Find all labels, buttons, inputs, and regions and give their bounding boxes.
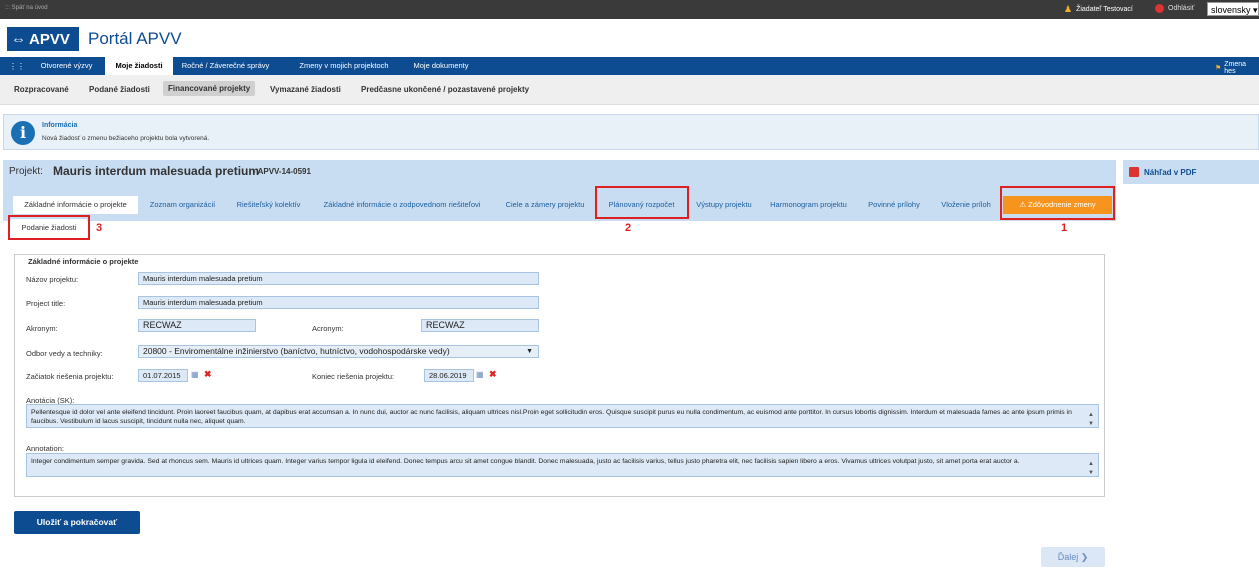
- annotation-box-1: [1000, 186, 1115, 220]
- user-name: Žiadateľ Testovací: [1076, 6, 1133, 13]
- field-of-science-value: 20800 - Enviromentálne inžinierstvo (ban…: [143, 346, 450, 356]
- subnav-submitted[interactable]: Podané žiadosti: [89, 85, 150, 94]
- key-icon: ⚑: [1215, 65, 1222, 72]
- portal-title: Portál APVV: [88, 29, 182, 48]
- main-nav: ⋮⋮ Otvorené výzvy Moje žiadosti Ročné / …: [0, 57, 1259, 75]
- logo-text: APVV: [29, 30, 70, 48]
- tab-required-attachments[interactable]: Povinné prílohy: [860, 196, 928, 214]
- info-title: Informácia: [42, 122, 78, 129]
- start-date-input[interactable]: 01.07.2015: [138, 369, 188, 382]
- project-title-bar: Projekt: Mauris interdum malesuada preti…: [3, 160, 1116, 184]
- info-message: i Informácia Nová žiadosť o zmenu bežiac…: [3, 114, 1259, 150]
- nav-my-applications[interactable]: Moje žiadosti: [105, 57, 173, 75]
- subnav-in-progress[interactable]: Rozpracované: [14, 85, 69, 94]
- annotation-number-2: 2: [625, 222, 632, 234]
- top-bar: ::: Späť na úvod ♟ Žiadateľ Testovací Od…: [0, 0, 1259, 19]
- spinner-icon[interactable]: ▲ ▼: [1088, 460, 1094, 478]
- next-button[interactable]: Ďalej ❯: [1041, 547, 1105, 567]
- spinner-icon[interactable]: ▲ ▼: [1088, 411, 1094, 429]
- tab-upload-attachments[interactable]: Vloženie príloh: [934, 196, 998, 214]
- start-date-label: Začiatok riešenia projektu:: [26, 372, 114, 381]
- annotation-number-3: 3: [96, 222, 103, 234]
- power-icon: [1155, 4, 1164, 13]
- field-of-science-select[interactable]: 20800 - Enviromentálne inžinierstvo (ban…: [138, 345, 539, 358]
- tab-research-team[interactable]: Riešiteľský kolektív: [227, 196, 310, 214]
- save-and-continue-button[interactable]: Uložiť a pokračovať: [14, 511, 140, 534]
- tab-schedule[interactable]: Harmonogram projektu: [761, 196, 856, 214]
- akronym-input[interactable]: RECWAZ: [138, 319, 256, 332]
- project-code: - APVV-14-0591: [253, 167, 311, 176]
- project-title-label: Project title:: [26, 299, 66, 308]
- annotation-number-1: 1: [1061, 222, 1068, 234]
- info-text: Nová žiadosť o zmenu bežiaceho projektu …: [42, 135, 210, 142]
- calendar-icon[interactable]: ▦: [191, 370, 199, 379]
- nav-open-calls[interactable]: Otvorené výzvy: [30, 57, 103, 75]
- project-title-input[interactable]: Mauris interdum malesuada pretium: [138, 296, 539, 309]
- annotation-box-3: [8, 215, 90, 240]
- double-arrow-icon: ⇔: [11, 30, 26, 48]
- header: ⇔ APVV Portál APVV: [0, 19, 1259, 56]
- sub-nav: Rozpracované Podané žiadosti Financované…: [0, 75, 1259, 105]
- acronym-label: Acronym:: [312, 324, 344, 333]
- clear-icon[interactable]: ✖: [204, 369, 212, 380]
- apvv-logo[interactable]: ⇔ APVV: [7, 27, 79, 51]
- project-name-input[interactable]: Mauris interdum malesuada pretium: [138, 272, 539, 285]
- akronym-label: Akronym:: [26, 324, 58, 333]
- annotation-sk-text: Pellentesque id dolor vel ante eleifend …: [31, 409, 1072, 425]
- acronym-input[interactable]: RECWAZ: [421, 319, 539, 332]
- project-label: Projekt:: [9, 166, 43, 177]
- tab-organizations[interactable]: Zoznam organizácií: [140, 196, 225, 214]
- end-date-label: Koniec riešenia projektu:: [312, 372, 395, 381]
- calendar-icon[interactable]: ▦: [476, 370, 484, 379]
- logout-label: Odhlásiť: [1168, 5, 1195, 12]
- change-password-link[interactable]: ⚑ Zmena hes: [1215, 61, 1259, 75]
- apps-grid-icon[interactable]: ⋮⋮: [9, 62, 25, 71]
- nav-my-documents[interactable]: Moje dokumenty: [400, 57, 482, 75]
- language-select[interactable]: slovensky ▾: [1207, 2, 1259, 16]
- fieldset-legend: Základné informácie o projekte: [25, 257, 142, 266]
- subnav-terminated[interactable]: Predčasne ukončené / pozastavené projekt…: [361, 85, 529, 94]
- tab-basic-info[interactable]: Základné informácie o projekte: [13, 196, 138, 214]
- nav-reports[interactable]: Ročné / Záverečné správy: [176, 57, 275, 75]
- annotation-sk-textarea[interactable]: Pellentesque id dolor vel ante eleifend …: [26, 404, 1099, 428]
- user-icon: ♟: [1064, 4, 1073, 14]
- tab-goals[interactable]: Ciele a zámery projektu: [496, 196, 594, 214]
- pdf-preview-label: Náhľad v PDF: [1144, 167, 1197, 177]
- tab-lead-researcher[interactable]: Základné informácie o zodpovednom riešit…: [312, 196, 492, 214]
- field-of-science-label: Odbor vedy a techniky:: [26, 349, 103, 358]
- pdf-icon: [1129, 167, 1139, 177]
- project-name: Mauris interdum malesuada pretium: [53, 164, 260, 178]
- subnav-funded-projects[interactable]: Financované projekty: [163, 81, 256, 96]
- annotation-en-label: Annotation:: [26, 444, 64, 453]
- dropdown-arrow-icon: ▼: [526, 348, 533, 355]
- nav-project-changes[interactable]: Zmeny v mojich projektoch: [289, 57, 399, 75]
- change-password-label: Zmena hes: [1224, 61, 1247, 75]
- project-name-label: Názov projektu:: [26, 275, 79, 284]
- logout-link[interactable]: Odhlásiť: [1155, 4, 1194, 13]
- subnav-deleted[interactable]: Vymazané žiadosti: [270, 85, 341, 94]
- annotation-en-textarea[interactable]: Integer condimentum semper gravida. Sed …: [26, 453, 1099, 477]
- back-to-home-link[interactable]: ::: Späť na úvod: [5, 5, 48, 11]
- clear-icon[interactable]: ✖: [489, 369, 497, 380]
- user-menu[interactable]: ♟ Žiadateľ Testovací: [1064, 4, 1133, 15]
- tab-outputs[interactable]: Výstupy projektu: [691, 196, 757, 214]
- annotation-en-text: Integer condimentum semper gravida. Sed …: [31, 458, 1020, 465]
- annotation-box-2: [595, 186, 689, 219]
- info-icon: i: [11, 121, 35, 145]
- end-date-input[interactable]: 28.06.2019: [424, 369, 474, 382]
- pdf-preview-link[interactable]: Náhľad v PDF: [1123, 160, 1259, 184]
